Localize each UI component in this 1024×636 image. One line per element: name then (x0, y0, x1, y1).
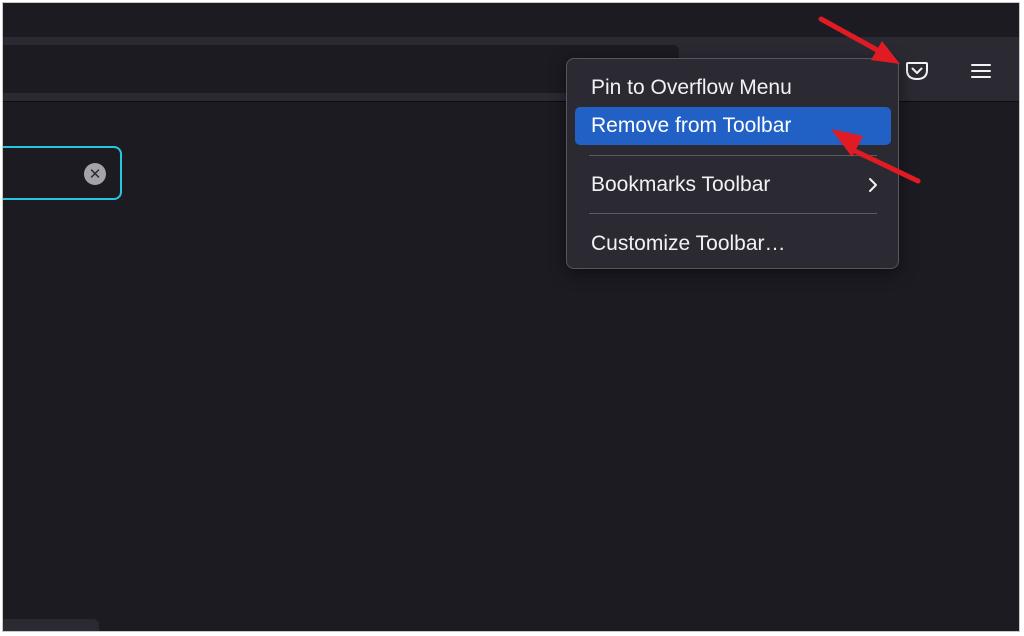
browser-window: ✕ Pin to Overflow Menu Remove from Toolb… (2, 2, 1020, 632)
menu-item-label: Bookmarks Toolbar (591, 173, 771, 196)
hamburger-menu-icon (971, 64, 991, 78)
menu-item-label: Remove from Toolbar (591, 114, 792, 137)
chevron-right-icon (869, 178, 877, 192)
toolbar-context-menu: Pin to Overflow Menu Remove from Toolbar… (566, 58, 899, 269)
tab-strip (3, 3, 1019, 37)
pocket-button[interactable] (901, 55, 933, 87)
application-menu-button[interactable] (965, 55, 997, 87)
menu-item-label: Customize Toolbar… (591, 232, 786, 255)
menu-item-remove-from-toolbar[interactable]: Remove from Toolbar (575, 107, 891, 145)
menu-item-pin-to-overflow[interactable]: Pin to Overflow Menu (575, 69, 891, 107)
bottom-panel-tab (3, 619, 99, 631)
menu-item-bookmarks-toolbar[interactable]: Bookmarks Toolbar (575, 166, 891, 204)
menu-separator (589, 155, 877, 156)
menu-separator (589, 213, 877, 214)
menu-item-label: Pin to Overflow Menu (591, 76, 792, 99)
clear-icon[interactable]: ✕ (84, 163, 106, 185)
pocket-icon (906, 62, 928, 80)
search-input[interactable]: ✕ (3, 146, 122, 200)
menu-item-customize-toolbar[interactable]: Customize Toolbar… (575, 225, 891, 263)
